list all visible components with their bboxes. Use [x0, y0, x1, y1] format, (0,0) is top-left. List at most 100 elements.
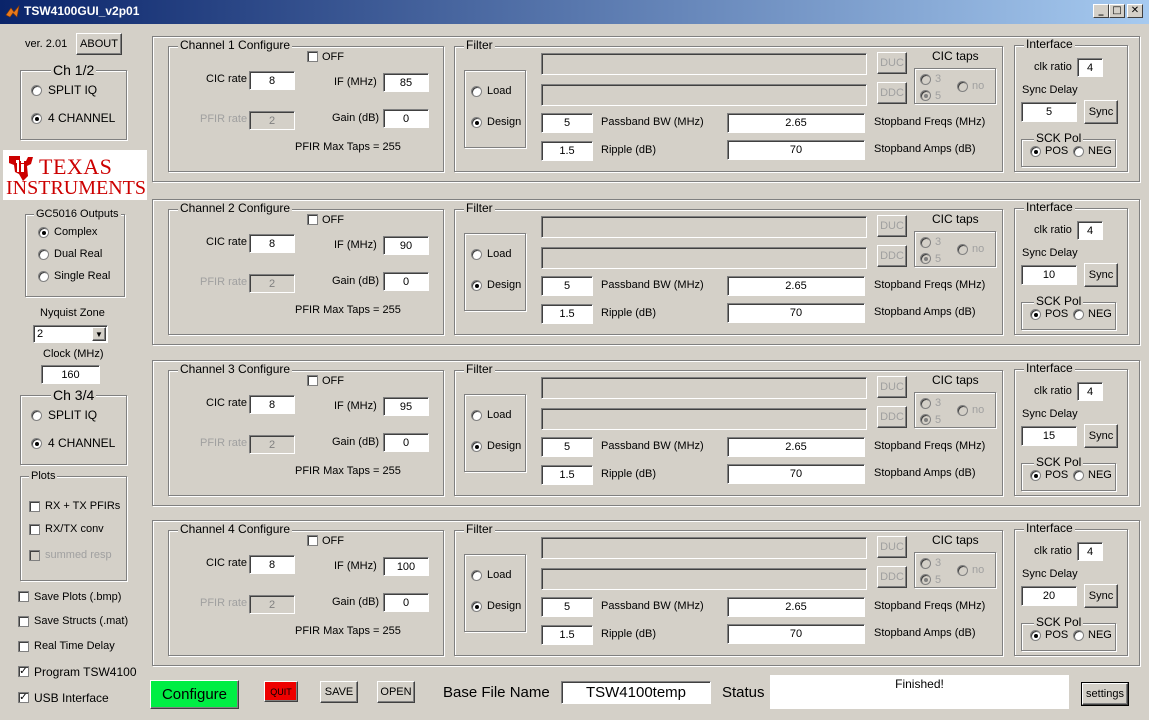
ch3-duc-button[interactable]: DUC	[877, 376, 907, 398]
ch2-design-radio[interactable]	[471, 280, 482, 291]
ch2-cic-tapno-radio[interactable]	[957, 244, 968, 255]
ch3-sck-neg-radio[interactable]	[1073, 470, 1084, 481]
ch3-ddc-button[interactable]: DDC	[877, 406, 907, 428]
nyquist-select[interactable]: 2 ▼	[33, 325, 108, 343]
ch1-ddc-button[interactable]: DDC	[877, 82, 907, 104]
ch3-sync-button[interactable]: Sync	[1084, 424, 1118, 448]
ch1-sck-pos-radio[interactable]	[1030, 146, 1041, 157]
ch3-gain-input[interactable]: 0	[383, 433, 429, 452]
ch4-sync-delay-input[interactable]: 20	[1021, 586, 1077, 606]
ch4-ripple-input[interactable]: 1.5	[541, 625, 593, 645]
ch1-sck-neg-radio[interactable]	[1073, 146, 1084, 157]
ch4-cic-tapno-radio[interactable]	[957, 565, 968, 576]
ch1-clk-ratio-input[interactable]: 4	[1077, 58, 1103, 77]
ch2-ripple-input[interactable]: 1.5	[541, 304, 593, 324]
ch2-ddc-button[interactable]: DDC	[877, 245, 907, 267]
ch2-duc-button[interactable]: DUC	[877, 215, 907, 237]
program-tsw4100-checkbox[interactable]: ✓	[18, 666, 29, 677]
ch4-cic-tap3-radio[interactable]	[920, 558, 931, 569]
ch4-load-radio[interactable]	[471, 570, 482, 581]
ch1-off-checkbox[interactable]	[307, 51, 318, 62]
usb-interface-checkbox[interactable]: ✓	[18, 692, 29, 703]
maximize-button[interactable]: □	[1109, 4, 1125, 18]
ch4-ddc-button[interactable]: DDC	[877, 566, 907, 588]
save-plots-checkbox[interactable]	[18, 591, 29, 602]
ch2-cic-tap5-radio[interactable]	[920, 253, 931, 264]
ch3-clk-ratio-input[interactable]: 4	[1077, 382, 1103, 401]
ch2-sync-button[interactable]: Sync	[1084, 263, 1118, 287]
clock-input[interactable]: 160	[41, 365, 100, 384]
ch2-cic-tap3-radio[interactable]	[920, 237, 931, 248]
about-button[interactable]: ABOUT	[76, 33, 122, 55]
ch3-duc-file-field[interactable]	[541, 377, 867, 399]
ch4-clk-ratio-input[interactable]: 4	[1077, 542, 1103, 561]
quit-button[interactable]: QUIT	[264, 681, 298, 702]
save-structs-checkbox[interactable]	[18, 616, 29, 627]
ch4-passband-input[interactable]: 5	[541, 597, 593, 617]
ch3-cic-tapno-radio[interactable]	[957, 405, 968, 416]
ch4-stop-freqs-input[interactable]: 2.65	[727, 597, 865, 617]
ch2-off-checkbox[interactable]	[307, 214, 318, 225]
ch4-stop-amps-input[interactable]: 70	[727, 624, 865, 644]
ch12-4channel-radio[interactable]	[31, 113, 42, 124]
ch4-if-input[interactable]: 100	[383, 557, 429, 576]
ch2-sck-pos-radio[interactable]	[1030, 309, 1041, 320]
ch3-ripple-input[interactable]: 1.5	[541, 465, 593, 485]
gc-single-real-radio[interactable]	[38, 271, 49, 282]
ch4-sync-button[interactable]: Sync	[1084, 584, 1118, 608]
ch4-design-radio[interactable]	[471, 601, 482, 612]
ch4-ddc-file-field[interactable]	[541, 568, 867, 590]
ch12-split-iq-radio[interactable]	[31, 85, 42, 96]
settings-button[interactable]: settings	[1081, 682, 1129, 706]
ch2-stop-amps-input[interactable]: 70	[727, 303, 865, 323]
ch3-stop-amps-input[interactable]: 70	[727, 464, 865, 484]
ch1-stop-freqs-input[interactable]: 2.65	[727, 113, 865, 133]
ch3-off-checkbox[interactable]	[307, 375, 318, 386]
plot-pfirs-checkbox[interactable]	[29, 501, 40, 512]
ch1-ddc-file-field[interactable]	[541, 84, 867, 106]
ch3-design-radio[interactable]	[471, 441, 482, 452]
ch4-duc-button[interactable]: DUC	[877, 536, 907, 558]
ch3-cic-tap5-radio[interactable]	[920, 414, 931, 425]
ch3-sck-pos-radio[interactable]	[1030, 470, 1041, 481]
plot-summed-checkbox[interactable]	[29, 550, 40, 561]
ch2-load-radio[interactable]	[471, 249, 482, 260]
ch2-sck-neg-radio[interactable]	[1073, 309, 1084, 320]
ch3-sync-delay-input[interactable]: 15	[1021, 426, 1077, 446]
ch4-off-checkbox[interactable]	[307, 535, 318, 546]
ch3-if-input[interactable]: 95	[383, 397, 429, 416]
ch2-duc-file-field[interactable]	[541, 216, 867, 238]
ch1-load-radio[interactable]	[471, 86, 482, 97]
configure-button[interactable]: Configure	[150, 680, 239, 709]
ch1-design-radio[interactable]	[471, 117, 482, 128]
ch2-stop-freqs-input[interactable]: 2.65	[727, 276, 865, 296]
ch1-gain-input[interactable]: 0	[383, 109, 429, 128]
ch3-load-radio[interactable]	[471, 410, 482, 421]
ch1-duc-button[interactable]: DUC	[877, 52, 907, 74]
ch2-passband-input[interactable]: 5	[541, 276, 593, 296]
ch1-sync-delay-input[interactable]: 5	[1021, 102, 1077, 122]
ch1-cic-tapno-radio[interactable]	[957, 81, 968, 92]
ch1-if-input[interactable]: 85	[383, 73, 429, 92]
ch1-duc-file-field[interactable]	[541, 53, 867, 75]
ch1-cic-tap5-radio[interactable]	[920, 90, 931, 101]
ch3-ddc-file-field[interactable]	[541, 408, 867, 430]
close-button[interactable]: ✕	[1127, 4, 1143, 18]
ch1-stop-amps-input[interactable]: 70	[727, 140, 865, 160]
ch1-cic-rate-input[interactable]: 8	[249, 71, 295, 90]
ch4-duc-file-field[interactable]	[541, 537, 867, 559]
ch2-sync-delay-input[interactable]: 10	[1021, 265, 1077, 285]
ch2-gain-input[interactable]: 0	[383, 272, 429, 291]
save-button[interactable]: SAVE	[320, 681, 358, 703]
ch4-cic-tap5-radio[interactable]	[920, 574, 931, 585]
ch4-sck-pos-radio[interactable]	[1030, 630, 1041, 641]
ch3-cic-tap3-radio[interactable]	[920, 398, 931, 409]
ch4-sck-neg-radio[interactable]	[1073, 630, 1084, 641]
gc-dual-real-radio[interactable]	[38, 249, 49, 260]
ch2-if-input[interactable]: 90	[383, 236, 429, 255]
ch3-cic-rate-input[interactable]: 8	[249, 395, 295, 414]
chevron-down-icon[interactable]: ▼	[92, 327, 106, 341]
base-file-input[interactable]: TSW4100temp	[561, 681, 711, 704]
minimize-button[interactable]: _	[1093, 4, 1109, 18]
ch3-pfir-rate-input[interactable]: 2	[249, 435, 295, 454]
